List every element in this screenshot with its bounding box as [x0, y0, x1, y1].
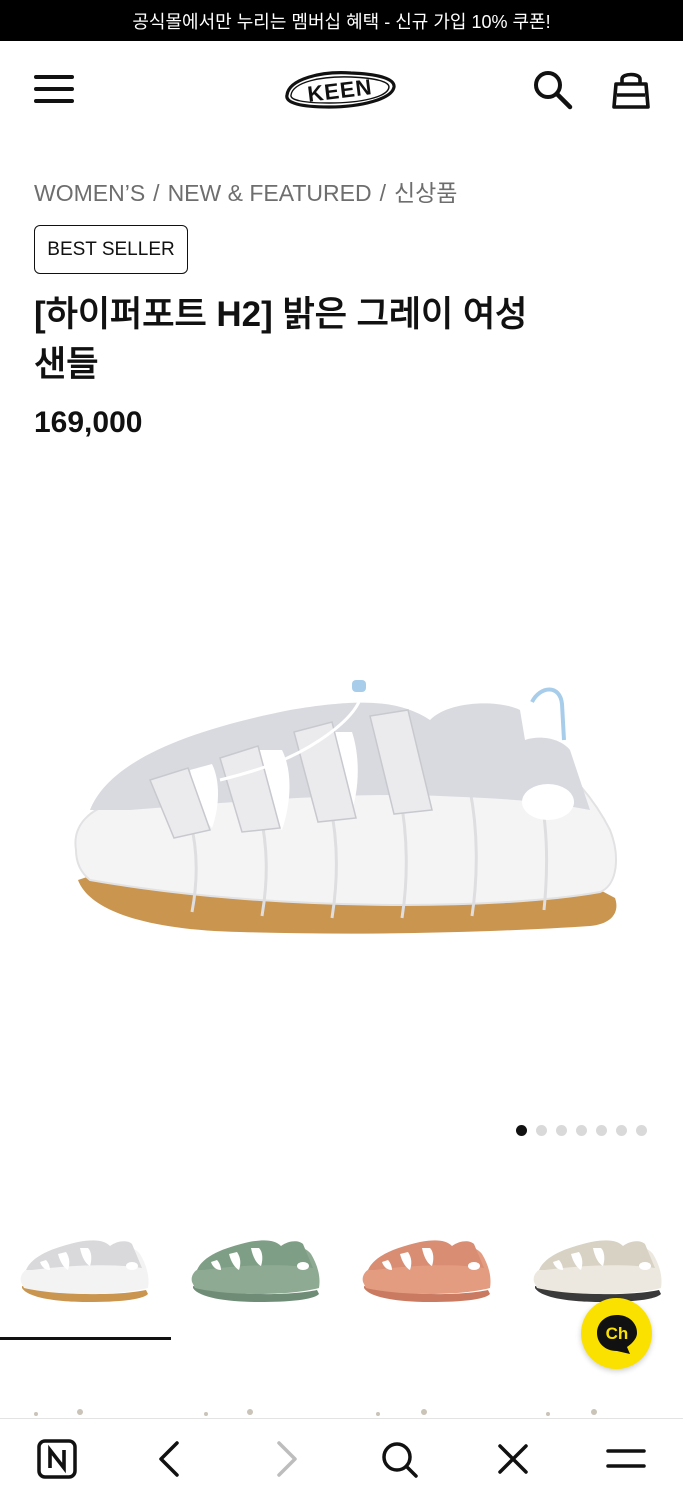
carousel-dot[interactable] — [596, 1125, 607, 1136]
search-icon[interactable] — [530, 67, 574, 111]
site-header: KEEN — [0, 41, 683, 137]
swatch-sandal-image — [533, 1240, 662, 1302]
carousel-dot[interactable] — [616, 1125, 627, 1136]
carousel-dot[interactable] — [636, 1125, 647, 1136]
carousel-dot[interactable] — [516, 1125, 527, 1136]
carousel-pagination — [516, 1125, 647, 1136]
carousel-dot[interactable] — [536, 1125, 547, 1136]
breadcrumb: WOMEN’S / NEW & FEATURED / 신상품 — [34, 174, 457, 208]
chat-bubble-icon: Ch — [596, 1314, 637, 1354]
carousel-dot[interactable] — [556, 1125, 567, 1136]
best-seller-badge: BEST SELLER — [34, 225, 188, 274]
thumbnail-row-peek — [0, 1404, 683, 1418]
product-image-carousel[interactable] — [0, 470, 683, 1120]
breadcrumb-item-new-featured[interactable]: NEW & FEATURED — [168, 180, 372, 206]
color-swatch-light-gray[interactable] — [0, 1220, 171, 1340]
carousel-dot[interactable] — [576, 1125, 587, 1136]
breadcrumb-separator: / — [379, 180, 386, 206]
back-arrow-icon[interactable] — [148, 1437, 192, 1481]
keen-logo[interactable]: KEEN — [281, 65, 399, 113]
menu-icon[interactable] — [604, 1437, 648, 1481]
swatch-sandal-image — [362, 1240, 491, 1302]
swatch-sandal-image — [191, 1240, 320, 1302]
color-swatch-coral[interactable] — [342, 1220, 512, 1340]
product-title-line1: [하이퍼포트 H2] 밝은 그레이 여성 — [34, 295, 528, 334]
badge-label: BEST SELLER — [47, 238, 175, 260]
shopping-bag-icon[interactable] — [610, 67, 652, 111]
kakao-channel-chat-button[interactable]: Ch — [581, 1298, 652, 1369]
product-price: 169,000 — [34, 406, 143, 439]
hamburger-menu-icon[interactable] — [34, 69, 76, 109]
color-variant-selector — [0, 1220, 683, 1340]
product-image-sandal — [74, 680, 617, 934]
close-icon[interactable] — [491, 1437, 535, 1481]
color-swatch-green[interactable] — [171, 1220, 341, 1340]
naver-home-icon[interactable] — [35, 1437, 79, 1481]
bottom-browser-toolbar — [0, 1418, 683, 1500]
breadcrumb-separator: / — [153, 180, 160, 206]
swatch-sandal-image — [20, 1240, 149, 1302]
promo-banner[interactable]: 공식몰에서만 누리는 멤버십 혜택 - 신규 가입 10% 쿠폰! — [0, 0, 683, 41]
breadcrumb-item-women[interactable]: WOMEN’S — [34, 180, 145, 206]
product-title: [하이퍼포트 H2] 밝은 그레이 여성 샌들 — [34, 290, 634, 390]
search-icon[interactable] — [377, 1437, 421, 1481]
chat-label: Ch — [605, 1324, 628, 1343]
breadcrumb-item-new-arrivals[interactable]: 신상품 — [394, 180, 457, 206]
product-title-line2: 샌들 — [34, 345, 99, 384]
promo-text: 공식몰에서만 누리는 멤버십 혜택 - 신규 가입 10% 쿠폰! — [132, 11, 551, 32]
forward-arrow-icon[interactable] — [264, 1437, 308, 1481]
